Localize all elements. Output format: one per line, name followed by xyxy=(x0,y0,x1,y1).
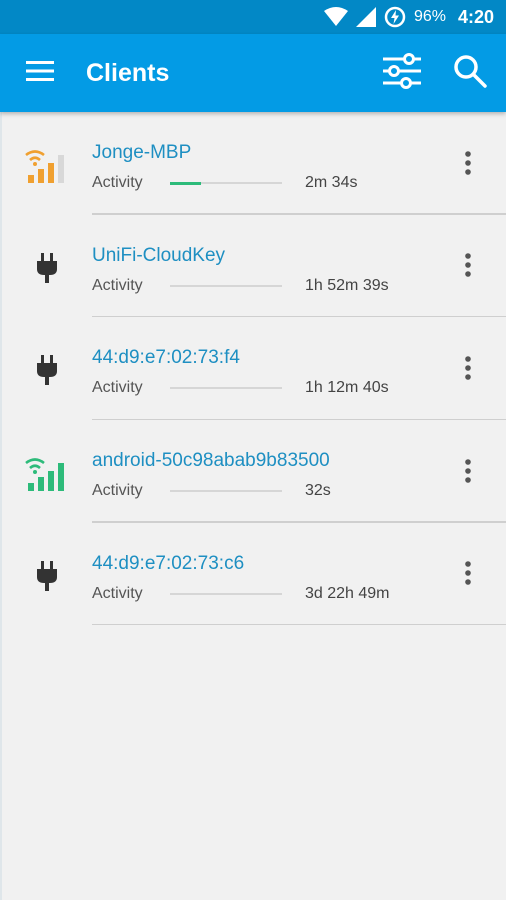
client-name[interactable]: UniFi-CloudKey xyxy=(92,245,225,267)
more-options-button[interactable] xyxy=(452,252,484,284)
page-title: Clients xyxy=(86,58,170,87)
cell-signal-icon xyxy=(355,7,376,27)
menu-icon xyxy=(26,60,54,87)
activity-bar xyxy=(170,490,282,493)
client-row[interactable]: UniFi-CloudKey Activity 1h 52m 39s xyxy=(2,215,506,318)
client-list: Jonge-MBP Activity 2m 34s UniFi-CloudKey… xyxy=(0,112,506,900)
activity-label: Activity xyxy=(92,379,143,397)
activity-bar xyxy=(170,181,282,185)
activity-label: Activity xyxy=(92,174,143,191)
ethernet-plug-icon xyxy=(24,245,70,291)
more-vert-icon xyxy=(464,356,472,385)
client-uptime: 1h 12m 40s xyxy=(305,379,389,397)
client-row[interactable]: 44:d9:e7:02:73:f4 Activity 1h 12m 40s xyxy=(2,317,506,421)
more-options-button[interactable] xyxy=(452,149,484,181)
filter-icon xyxy=(382,52,422,94)
client-row[interactable]: Jonge-MBP Activity 2m 34s xyxy=(2,112,506,215)
client-row[interactable]: android-50c98abab9b83500 Activity 32s xyxy=(2,420,506,523)
more-options-button[interactable] xyxy=(452,457,484,489)
more-vert-icon xyxy=(464,253,472,282)
more-vert-icon xyxy=(464,561,472,590)
more-vert-icon xyxy=(464,150,472,180)
activity-label: Activity xyxy=(92,584,143,602)
client-uptime: 2m 34s xyxy=(305,174,358,191)
more-vert-icon xyxy=(464,458,472,488)
menu-button[interactable] xyxy=(20,53,60,93)
activity-bar xyxy=(170,284,282,287)
client-name[interactable]: 44:d9:e7:02:73:c6 xyxy=(92,553,244,575)
ethernet-plug-icon xyxy=(24,347,70,393)
wifi-signal-icon xyxy=(24,450,70,496)
activity-bar xyxy=(170,592,282,595)
clock: 4:20 xyxy=(457,6,494,27)
activity-bar xyxy=(170,387,282,390)
wifi-icon xyxy=(323,7,348,27)
activity-bar-fill xyxy=(170,181,202,185)
client-row[interactable]: 44:d9:e7:02:73:c6 Activity 3d 22h 49m xyxy=(2,523,506,626)
status-bar: 96% 4:20 xyxy=(0,0,506,34)
client-name[interactable]: 44:d9:e7:02:73:f4 xyxy=(92,347,240,369)
client-uptime: 32s xyxy=(305,482,331,500)
filter-button[interactable] xyxy=(378,49,426,97)
activity-label: Activity xyxy=(92,276,143,294)
more-options-button[interactable] xyxy=(452,354,484,386)
search-button[interactable] xyxy=(446,49,494,97)
client-name[interactable]: android-50c98abab9b83500 xyxy=(92,450,330,472)
app-bar: Clients xyxy=(0,34,506,112)
search-icon xyxy=(453,54,487,93)
wifi-signal-icon xyxy=(24,142,70,188)
client-name[interactable]: Jonge-MBP xyxy=(92,142,191,164)
client-uptime: 1h 52m 39s xyxy=(305,276,389,294)
more-options-button[interactable] xyxy=(452,560,484,592)
divider xyxy=(92,623,506,626)
client-uptime: 3d 22h 49m xyxy=(305,584,390,602)
battery-percent: 96% xyxy=(413,8,446,25)
battery-charging-icon xyxy=(384,6,406,28)
activity-label: Activity xyxy=(92,482,143,500)
ethernet-plug-icon xyxy=(24,553,70,599)
